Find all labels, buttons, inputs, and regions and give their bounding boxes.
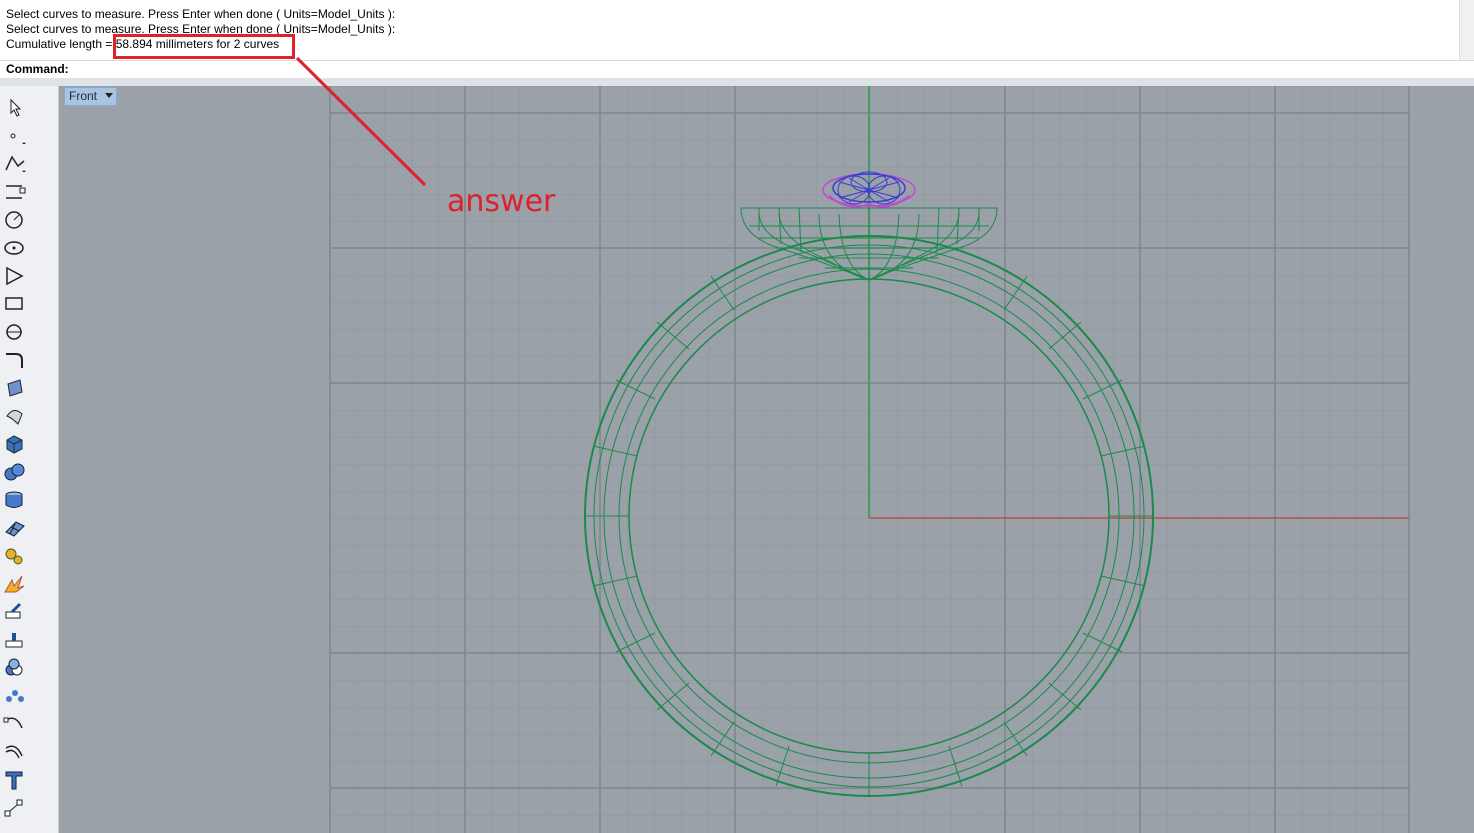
trim-icon[interactable]: [2, 628, 28, 652]
offset-curve-icon[interactable]: [2, 740, 28, 764]
history-line: Select curves to measure. Press Enter wh…: [6, 7, 396, 21]
arc-icon[interactable]: [2, 320, 28, 344]
explode-icon[interactable]: [2, 572, 28, 596]
rectangle-icon[interactable]: [2, 292, 28, 316]
mesh-plane-icon[interactable]: [2, 516, 28, 540]
surface-corner-icon[interactable]: [2, 376, 28, 400]
annotation-label: answer: [447, 184, 556, 219]
cylinder-solid-icon[interactable]: [2, 488, 28, 512]
circle-icon[interactable]: [2, 208, 28, 232]
viewport-tab-front[interactable]: Front: [64, 87, 117, 106]
polygon-icon[interactable]: [2, 264, 28, 288]
select-arrow-icon[interactable]: [2, 96, 28, 120]
viewport-tab-label: Front: [69, 89, 98, 103]
dimension-icon[interactable]: [2, 796, 28, 820]
result-highlight-box: [113, 34, 295, 59]
rebuild-curve-icon[interactable]: [2, 712, 28, 736]
boolean-icon[interactable]: [2, 656, 28, 680]
chevron-down-icon[interactable]: [105, 93, 113, 98]
ellipse-icon[interactable]: [2, 236, 28, 260]
panel-divider: [0, 78, 1474, 86]
curve-icon[interactable]: [2, 180, 28, 204]
sphere-solid-icon[interactable]: [2, 460, 28, 484]
transform-gears-icon[interactable]: [2, 544, 28, 568]
array-icon[interactable]: [2, 684, 28, 708]
point-icon[interactable]: [2, 124, 28, 148]
box-solid-icon[interactable]: [2, 432, 28, 456]
viewport-canvas: [329, 86, 1410, 833]
split-icon[interactable]: [2, 600, 28, 624]
front-viewport[interactable]: [59, 86, 1474, 833]
polyline-icon[interactable]: [2, 152, 28, 176]
text-icon[interactable]: [2, 768, 28, 792]
command-label: Command:: [6, 62, 69, 76]
main-toolbar: [0, 86, 59, 833]
extrude-surface-icon[interactable]: [2, 404, 28, 428]
command-prompt[interactable]: Command:: [0, 60, 1474, 79]
fillet-curve-icon[interactable]: [2, 348, 28, 372]
